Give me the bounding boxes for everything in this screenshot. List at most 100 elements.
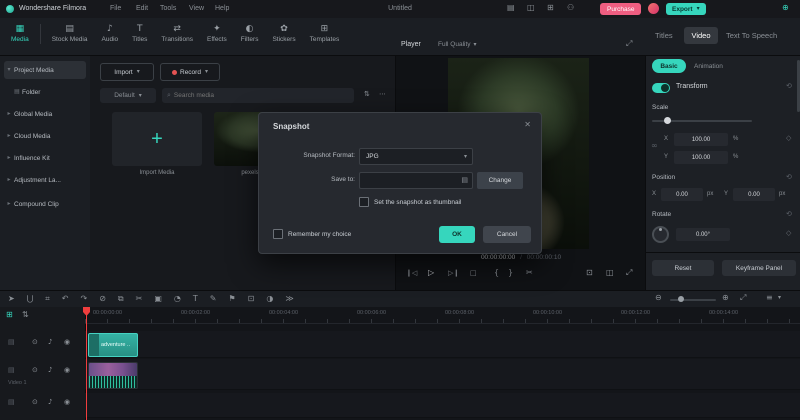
marker-icon[interactable]: ⚑ <box>228 294 235 303</box>
sidebar-item-cloud-media[interactable]: ▸ Cloud Media <box>4 127 86 145</box>
track1-toggle-icon[interactable]: ⊙ <box>32 339 38 346</box>
add-icon[interactable]: ⊕ <box>782 4 789 12</box>
pen-icon[interactable]: ✎ <box>210 294 217 303</box>
default-dropdown[interactable]: Default ▾ <box>100 88 156 103</box>
timeline-clip-title[interactable]: adventure .. <box>88 333 138 357</box>
track2-hide-icon[interactable]: ◉ <box>64 367 70 374</box>
manage-tracks-icon[interactable]: ⊞ <box>6 311 13 319</box>
split-tool-icon[interactable]: ✂ <box>136 294 143 303</box>
remember-checkbox-row[interactable]: Remember my choice <box>273 229 351 239</box>
pip-icon[interactable]: ◫ <box>606 269 614 277</box>
audio-mixer-icon[interactable]: ⇅ <box>22 311 29 319</box>
track2-mute-icon[interactable]: ♪ <box>48 367 52 374</box>
folder-browse-icon[interactable]: ▤ <box>461 177 468 184</box>
import-media-tile[interactable]: + <box>112 112 202 166</box>
zoom-slider[interactable] <box>670 299 716 301</box>
select-icon[interactable]: ➤ <box>8 294 15 303</box>
account-icon[interactable]: ⚇ <box>567 4 574 12</box>
scale-slider-knob[interactable] <box>664 117 671 124</box>
rotate-reset-icon[interactable]: ⟲ <box>786 211 792 218</box>
menu-tools[interactable]: Tools <box>160 5 176 12</box>
track3-hide-icon[interactable]: ◉ <box>64 399 70 406</box>
remember-checkbox[interactable] <box>273 229 283 239</box>
track2-toggle-icon[interactable]: ⊙ <box>32 367 38 374</box>
zoom-in-icon[interactable]: ⊕ <box>722 294 729 302</box>
chroma-key-icon[interactable]: ◑ <box>266 294 273 303</box>
grid-icon[interactable]: ⊞ <box>547 4 554 12</box>
props-tab-titles[interactable]: Titles <box>655 31 673 40</box>
split-icon[interactable]: ✂ <box>526 269 533 277</box>
rotate-value[interactable]: 0.00° <box>676 228 730 241</box>
sidebar-item-folder[interactable]: ▤ Folder <box>4 83 86 101</box>
play-icon[interactable]: ▷ <box>428 269 434 277</box>
player-expand-icon[interactable]: ⤢ <box>626 40 632 48</box>
more-tools-icon[interactable]: ≫ <box>285 294 293 303</box>
export-button[interactable]: Export ▾ <box>666 3 706 15</box>
delete-icon[interactable]: ⊘ <box>99 294 106 303</box>
props-tab-video[interactable]: Video <box>684 27 718 44</box>
more-icon[interactable]: ⋯ <box>379 91 386 98</box>
sidebar-item-project-media[interactable]: ▾ Project Media <box>4 61 86 79</box>
mark-out-icon[interactable]: } <box>508 269 513 277</box>
timeline-clip-video[interactable] <box>88 362 138 389</box>
tab-transitions[interactable]: ⇄ Transitions <box>154 22 200 46</box>
track-view-caret-icon[interactable]: ▾ <box>778 295 781 301</box>
sidebar-item-influence-kit[interactable]: ▸ Influence Kit <box>4 149 86 167</box>
transform-reset-icon[interactable]: ⟲ <box>786 83 792 90</box>
avatar[interactable] <box>648 3 659 14</box>
record-button[interactable]: Record ▾ <box>160 63 220 81</box>
workspace-icon[interactable]: ▤ <box>507 4 515 12</box>
rotate-knob[interactable] <box>652 226 669 243</box>
reset-button[interactable]: Reset <box>652 260 714 276</box>
fit-timeline-icon[interactable]: ⤢ <box>740 294 746 302</box>
track1-hide-icon[interactable]: ◉ <box>64 339 70 346</box>
zoom-out-icon[interactable]: ⊖ <box>655 294 662 302</box>
track-lane[interactable] <box>85 331 800 358</box>
menu-help[interactable]: Help <box>215 5 229 12</box>
import-button[interactable]: Import ▾ <box>100 63 154 81</box>
track3-toggle-icon[interactable]: ⊙ <box>32 399 38 406</box>
track-lane[interactable] <box>85 359 800 390</box>
skip-forward-icon[interactable]: ▷❙ <box>448 270 459 277</box>
search-input[interactable] <box>173 89 324 102</box>
sort-icon[interactable]: ⇅ <box>364 91 370 98</box>
purchase-button[interactable]: Purchase <box>600 3 642 15</box>
menu-edit[interactable]: Edit <box>136 5 148 12</box>
keyframe-panel-button[interactable]: Keyframe Panel <box>722 260 796 276</box>
props-tab-text-to-speech[interactable]: Text To Speech <box>726 31 777 40</box>
scale-keyframe-icon[interactable]: ◇ <box>786 135 791 142</box>
track1-mute-icon[interactable]: ♪ <box>48 339 52 346</box>
fullscreen-icon[interactable]: ⤢ <box>626 269 632 277</box>
position-x-value[interactable]: 0.00 <box>661 188 703 201</box>
scale-y-value[interactable]: 100.00 <box>674 151 728 164</box>
close-icon[interactable]: ✕ <box>524 121 531 129</box>
playhead-line[interactable] <box>86 307 87 420</box>
track-lane[interactable] <box>85 393 800 418</box>
magnet-icon[interactable]: ⋃ <box>27 294 34 303</box>
position-reset-icon[interactable]: ⟲ <box>786 174 792 181</box>
sidebar-item-global-media[interactable]: ▸ Global Media <box>4 105 86 123</box>
tab-titles[interactable]: T Titles <box>125 22 154 46</box>
screen-record-icon[interactable]: ⊡ <box>248 294 255 303</box>
tab-templates[interactable]: ⊞ Templates <box>303 22 347 46</box>
rotate-keyframe-icon[interactable]: ◇ <box>786 230 791 237</box>
cancel-button[interactable]: Cancel <box>483 226 531 243</box>
snapshot-icon[interactable]: ⊡ <box>586 269 593 277</box>
tab-effects[interactable]: ✦ Effects <box>200 22 234 46</box>
skip-back-icon[interactable]: ❙◁ <box>406 270 417 277</box>
thumbnail-checkbox[interactable] <box>359 197 369 207</box>
subtab-animation[interactable]: Animation <box>694 63 723 70</box>
crop-icon[interactable]: ▣ <box>154 294 162 303</box>
thumbnail-checkbox-row[interactable]: Set the snapshot as thumbnail <box>359 197 461 207</box>
menu-view[interactable]: View <box>189 5 204 12</box>
text-icon[interactable]: T <box>193 294 198 303</box>
subtab-basic[interactable]: Basic <box>652 59 686 73</box>
scale-x-value[interactable]: 100.00 <box>674 133 728 146</box>
track3-mute-icon[interactable]: ♪ <box>48 399 52 406</box>
mark-in-icon[interactable]: { <box>494 269 499 277</box>
tab-stock-media[interactable]: ▤ Stock Media <box>45 22 95 46</box>
display-icon[interactable]: ◫ <box>527 4 535 12</box>
sidebar-item-adjustment-layer[interactable]: ▸ Adjustment La... <box>4 171 86 189</box>
duplicate-icon[interactable]: ⧉ <box>118 294 124 303</box>
search-box[interactable]: ⌕ <box>162 88 354 103</box>
